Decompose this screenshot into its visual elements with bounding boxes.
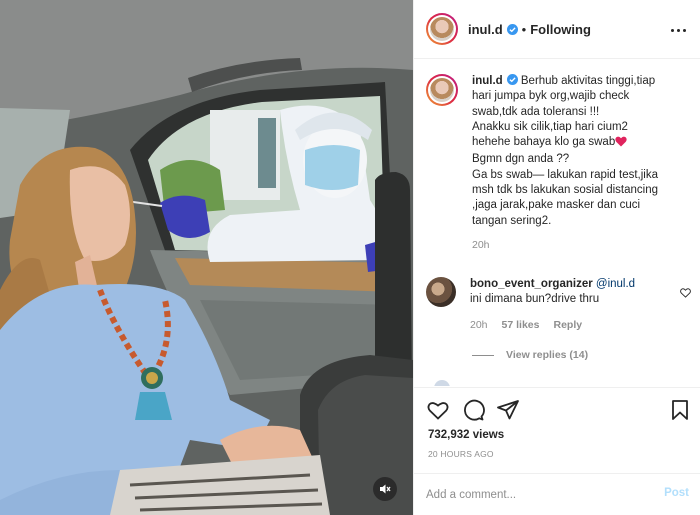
post-header: inul.d • Following (414, 0, 700, 59)
next-comment-avatar[interactable] (434, 380, 450, 386)
mute-toggle-button[interactable] (373, 477, 397, 501)
caption-line: hehehe bahaya klo ga swab (472, 136, 616, 149)
comment-mention[interactable]: @inul.d (596, 278, 635, 290)
save-bookmark-icon[interactable] (668, 398, 692, 422)
caption-username[interactable]: inul.d (472, 75, 503, 87)
red-heart-icon (615, 136, 627, 152)
speaker-muted-icon (380, 484, 391, 494)
comment-body: bono_event_organizer @inul.d ini dimana … (470, 277, 670, 333)
divider-line (472, 354, 494, 356)
caption-line: hari jumpa byk org,wajib check (472, 90, 630, 103)
verified-badge-icon (506, 23, 518, 35)
comment-meta: 20h 57 likes Reply (470, 318, 670, 333)
post-details-panel: inul.d • Following inul.d Berhub aktivit… (413, 0, 700, 515)
caption-line: Anakku sik cilik,tiap hari cium2 (472, 120, 628, 133)
comment-likes[interactable]: 57 likes (502, 318, 540, 333)
comment-bubble-icon[interactable] (461, 398, 485, 422)
photo-illustration (0, 0, 413, 515)
caption-line: msh tdk bs lakukan sosial distancing (472, 184, 659, 197)
comment-timestamp[interactable]: 20h (470, 318, 488, 333)
caption-line: Bgmn dgn anda ?? (472, 153, 570, 166)
like-heart-icon[interactable] (426, 398, 450, 422)
post-actions: 732,932 views 20 HOURS AGO (414, 387, 700, 473)
caption-line: tangan sering2. (472, 214, 552, 227)
comment-text: ini dimana bun?drive thru (470, 293, 600, 306)
action-bar (426, 396, 692, 424)
caption-author-avatar[interactable] (426, 74, 458, 106)
caption-timestamp[interactable]: 20h (472, 238, 687, 253)
view-replies-button[interactable]: View replies (14) (472, 349, 588, 361)
commenter-avatar[interactable] (426, 277, 456, 307)
post-comment-button[interactable]: Post (664, 487, 689, 499)
commenter-username[interactable]: bono_event_organizer (470, 278, 593, 290)
post-timestamp[interactable]: 20 HOURS AGO (428, 449, 494, 459)
post-photo[interactable] (0, 0, 413, 515)
caption-body: inul.d Berhub aktivitas tinggi,tiap hari… (472, 74, 687, 253)
separator-dot: • (521, 21, 527, 37)
author-avatar[interactable] (426, 13, 458, 45)
caption-line: Berhub aktivitas tinggi,tiap (520, 75, 656, 87)
view-replies-label: View replies (14) (506, 349, 589, 361)
caption-line: ,jaga jarak,pake masker dan cuci (472, 199, 641, 212)
comment-item: bono_event_organizer @inul.d ini dimana … (426, 277, 691, 333)
reply-button[interactable]: Reply (553, 318, 582, 333)
view-count[interactable]: 732,932 views (428, 429, 504, 441)
author-username[interactable]: inul.d (468, 22, 503, 37)
add-comment-bar: Post (414, 473, 700, 515)
comments-section: inul.d Berhub aktivitas tinggi,tiap hari… (414, 60, 700, 386)
following-button[interactable]: Following (530, 22, 591, 37)
caption-line: swab,tdk ada toleransi !!! (472, 105, 600, 118)
comment-like-heart-icon[interactable] (680, 285, 691, 303)
caption-line: Ga bs swab— lakukan rapid test,jika (472, 168, 659, 181)
post-caption: inul.d Berhub aktivitas tinggi,tiap hari… (426, 74, 691, 253)
share-paper-plane-icon[interactable] (496, 398, 520, 422)
more-options-icon[interactable] (671, 21, 689, 39)
add-comment-input[interactable] (426, 484, 646, 506)
verified-badge-icon (506, 74, 518, 85)
